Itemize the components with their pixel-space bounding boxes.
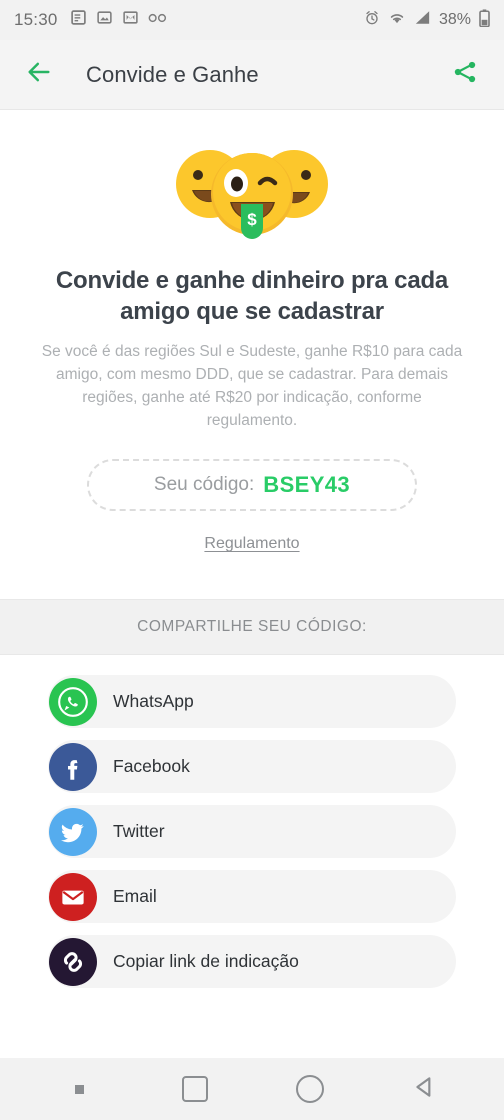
share-option-label: Twitter — [113, 821, 165, 842]
circle-home-icon — [295, 1075, 324, 1103]
status-bar: 15:30 38% — [0, 0, 504, 40]
battery-percent: 38% — [438, 11, 471, 28]
share-option-label: Email — [113, 886, 157, 907]
phone-screen: 15:30 38% Convide e Ganhe $ Convide e ga… — [0, 0, 504, 1120]
arrow-left-icon — [25, 58, 53, 91]
app-bar: Convide e Ganhe — [0, 40, 504, 110]
share-section-header: COMPARTILHE SEU CÓDIGO: — [0, 599, 504, 656]
status-bar-right: 38% — [364, 8, 490, 32]
email-icon — [49, 872, 97, 921]
android-nav-bar — [0, 1058, 504, 1120]
hero-section: $ Convide e ganhe dinheiro pra cada amig… — [0, 110, 504, 578]
battery-icon — [479, 8, 490, 32]
image-icon — [96, 9, 113, 31]
nav-back-button[interactable] — [402, 1066, 448, 1112]
dot-indicator-icon — [75, 1084, 84, 1094]
share-options-list: WhatsApp Facebook Twitter Email Copiar l… — [0, 655, 504, 999]
three-smiling-faces-money-tongue-icon: $ — [176, 150, 328, 239]
svg-text:$: $ — [247, 210, 257, 229]
share-option-copy-link[interactable]: Copiar link de indicação — [48, 935, 456, 989]
share-icon — [452, 59, 478, 90]
alarm-icon — [364, 10, 380, 31]
nav-dot-indicator — [57, 1066, 103, 1112]
page-title: Convide e Ganhe — [86, 61, 259, 87]
share-option-label: WhatsApp — [113, 691, 194, 712]
share-button[interactable] — [448, 58, 482, 92]
status-time: 15:30 — [14, 10, 58, 29]
status-bar-left: 15:30 — [14, 9, 168, 31]
facebook-icon — [49, 742, 97, 791]
content-spacer — [0, 998, 504, 1058]
share-option-whatsapp[interactable]: WhatsApp — [48, 675, 456, 729]
referral-code-label: Seu código: — [153, 474, 255, 496]
share-option-label: Copiar link de indicação — [113, 951, 299, 972]
referral-code-box[interactable]: Seu código: BSEY43 — [87, 459, 417, 512]
share-section-title: COMPARTILHE SEU CÓDIGO: — [137, 618, 367, 636]
wifi-icon — [388, 10, 406, 30]
back-button[interactable] — [22, 58, 56, 92]
nav-recents-button[interactable] — [172, 1066, 218, 1112]
twitter-icon — [49, 807, 97, 856]
referral-code-value: BSEY43 — [263, 472, 351, 498]
hero-description: Se você é das regiões Sul e Sudeste, gan… — [41, 343, 463, 430]
triangle-back-icon — [412, 1074, 438, 1105]
gmail-icon — [122, 9, 139, 31]
share-option-email[interactable]: Email — [48, 870, 456, 924]
share-option-label: Facebook — [113, 756, 190, 777]
emoji-illustration: $ — [22, 138, 482, 243]
nav-home-button[interactable] — [287, 1066, 333, 1112]
article-icon — [70, 9, 87, 31]
link-icon — [49, 937, 97, 986]
share-option-facebook[interactable]: Facebook — [48, 740, 456, 794]
signal-icon — [414, 10, 431, 30]
square-recents-icon — [181, 1076, 208, 1102]
rules-link[interactable]: Regulamento — [204, 535, 299, 552]
whatsapp-icon — [49, 677, 97, 726]
voicemail-icon — [148, 11, 168, 30]
headline: Convide e ganhe dinheiro pra cada amigo … — [55, 267, 449, 326]
share-option-twitter[interactable]: Twitter — [48, 805, 456, 859]
rules-wrapper: Regulamento — [22, 535, 482, 553]
